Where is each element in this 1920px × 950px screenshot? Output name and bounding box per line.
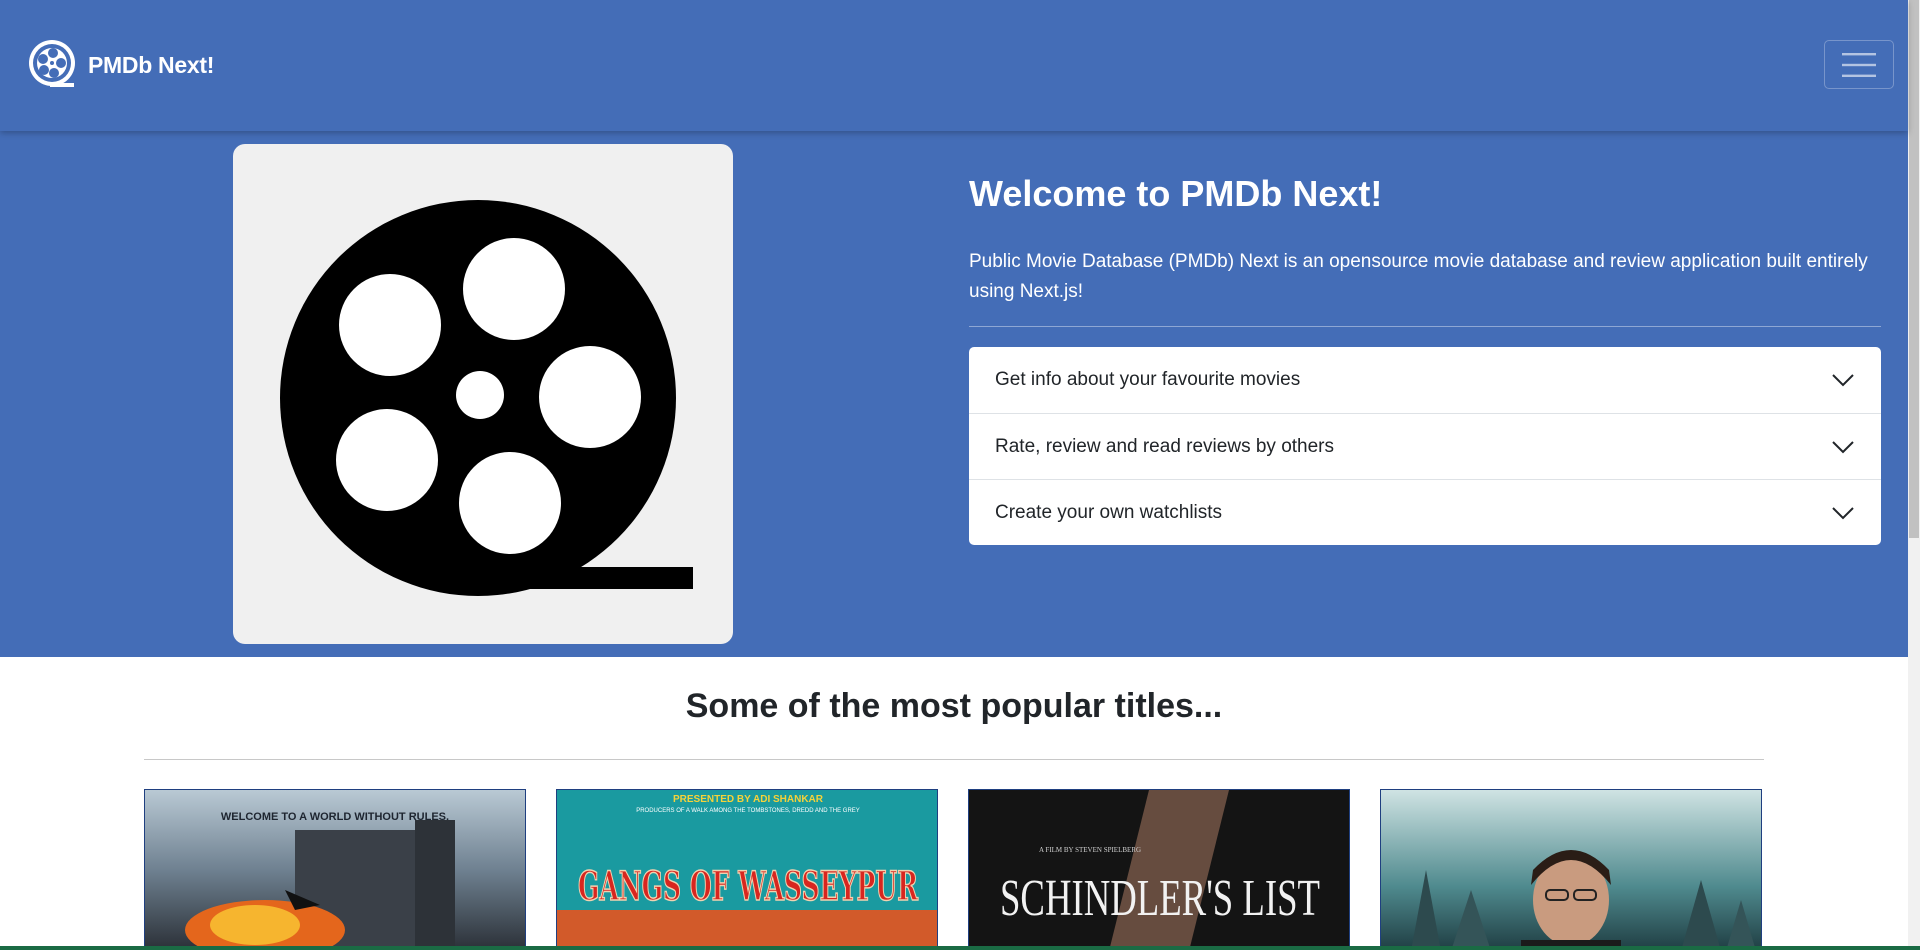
hero-image [233,144,733,644]
brand-name: PMDb Next! [88,51,215,78]
navbar: PMDb Next! [0,0,1908,131]
hero-title: Welcome to PMDb Next! [969,173,1383,214]
popular-divider [144,759,1764,760]
hero-section: Welcome to PMDb Next! Public Movie Datab… [0,131,1908,657]
accordion-label: Create your own watchlists [995,501,1223,523]
hero-description: Public Movie Database (PMDb) Next is an … [969,251,1868,302]
navbar-toggler-button[interactable] [1824,40,1894,89]
film-reel-icon [280,200,693,596]
movie-poster: WELCOME TO A WORLD WITHOUT RULES. [145,790,525,949]
page-scrollbar-thumb[interactable] [1909,0,1919,538]
movie-poster-card[interactable] [1380,789,1762,950]
accordion-item-watchlists[interactable]: Create your own watchlists [969,479,1881,545]
accordion-item-reviews[interactable]: Rate, review and read reviews by others [969,413,1881,479]
popular-posters: WELCOME TO A WORLD WITHOUT RULES. PRESEN… [144,789,1764,950]
movie-poster: A FILM BY STEVEN SPIELBERG SCHINDLER'S L… [969,790,1349,949]
popular-section-title: Some of the most popular titles... [685,687,1223,725]
hero-divider [969,326,1881,327]
poster-director: A FILM BY STEVEN SPIELBERG [1039,846,1141,854]
poster-tagline: WELCOME TO A WORLD WITHOUT RULES. [221,811,449,823]
brand-link[interactable]: PMDb Next! [28,39,214,91]
poster-subline: PRODUCERS OF A WALK AMONG THE TOMBSTONES… [636,808,860,814]
chevron-down-icon [1832,374,1854,387]
features-accordion: Get info about your favourite movies Rat… [969,347,1881,545]
movie-poster: PRESENTED BY ADI SHANKAR PRODUCERS OF A … [557,790,937,949]
movie-poster [1381,790,1761,949]
poster-title: GANGS OF WASSEYPUR [578,863,918,910]
accordion-item-movie-info[interactable]: Get info about your favourite movies [969,347,1881,413]
hamburger-menu-icon [1842,52,1876,77]
movie-poster-card[interactable]: WELCOME TO A WORLD WITHOUT RULES. [144,789,526,950]
poster-presenter: PRESENTED BY ADI SHANKAR [673,794,824,805]
chevron-down-icon [1832,440,1854,453]
chevron-down-icon [1832,506,1854,519]
accordion-label: Get info about your favourite movies [995,369,1301,390]
bottom-edge [0,946,1920,950]
film-reel-icon [29,40,75,87]
accordion-label: Rate, review and read reviews by others [995,435,1334,457]
movie-poster-card[interactable]: A FILM BY STEVEN SPIELBERG SCHINDLER'S L… [968,789,1350,950]
movie-poster-card[interactable]: PRESENTED BY ADI SHANKAR PRODUCERS OF A … [556,789,938,950]
poster-title: SCHINDLER'S LIST [1000,870,1320,927]
